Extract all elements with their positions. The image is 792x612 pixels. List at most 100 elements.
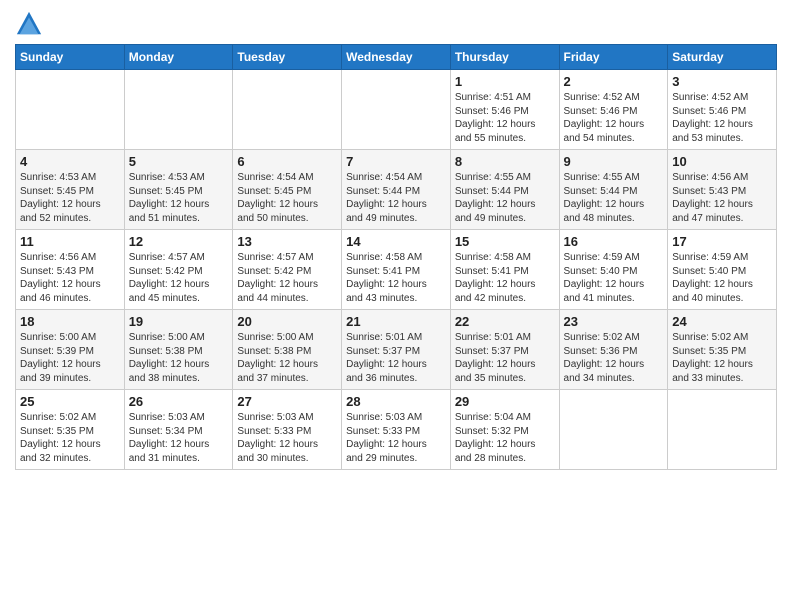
day-info: Sunrise: 4:58 AMSunset: 5:41 PMDaylight:… [455, 251, 555, 305]
calendar-cell [16, 70, 125, 150]
calendar-cell: 29 Sunrise: 5:04 AMSunset: 5:32 PMDayligh… [450, 390, 559, 470]
calendar-cell: 7 Sunrise: 4:54 AMSunset: 5:44 PMDaylight… [342, 150, 451, 230]
calendar-cell: 2 Sunrise: 4:52 AMSunset: 5:46 PMDaylight… [559, 70, 668, 150]
calendar-cell: 15 Sunrise: 4:58 AMSunset: 5:41 PMDayligh… [450, 230, 559, 310]
day-number: 19 [129, 314, 229, 329]
day-number: 24 [672, 314, 772, 329]
day-number: 8 [455, 154, 555, 169]
calendar-cell: 1 Sunrise: 4:51 AMSunset: 5:46 PMDaylight… [450, 70, 559, 150]
day-number: 14 [346, 234, 446, 249]
calendar-cell: 22Sunrise: 5:01 AMSunset: 5:37 PMDayligh… [450, 310, 559, 390]
day-info: Sunrise: 4:55 AMSunset: 5:44 PMDaylight:… [564, 171, 664, 225]
dow-header-wednesday: Wednesday [342, 45, 451, 70]
calendar-table: SundayMondayTuesdayWednesdayThursdayFrid… [15, 44, 777, 470]
day-info: Sunrise: 4:59 AMSunset: 5:40 PMDaylight:… [564, 251, 664, 305]
day-number: 9 [564, 154, 664, 169]
day-info: Sunrise: 4:57 AMSunset: 5:42 PMDaylight:… [237, 251, 337, 305]
day-info: Sunrise: 4:58 AMSunset: 5:41 PMDaylight:… [346, 251, 446, 305]
calendar-cell: 24 Sunrise: 5:02 AMSunset: 5:35 PMDayligh… [668, 310, 777, 390]
dow-header-friday: Friday [559, 45, 668, 70]
day-info: Sunrise: 5:02 AMSunset: 5:36 PMDaylight:… [564, 331, 664, 385]
day-number: 26 [129, 394, 229, 409]
day-info: Sunrise: 5:02 AMSunset: 5:35 PMDaylight:… [672, 331, 772, 385]
day-number: 18 [20, 314, 120, 329]
day-info: Sunrise: 5:03 AMSunset: 5:33 PMDaylight:… [237, 411, 337, 465]
calendar-cell: 21 Sunrise: 5:01 AMSunset: 5:37 PMDayligh… [342, 310, 451, 390]
day-number: 2 [564, 74, 664, 89]
day-info: Sunrise: 5:00 AMSunset: 5:39 PMDaylight:… [20, 331, 120, 385]
day-number: 12 [129, 234, 229, 249]
day-info: Sunrise: 5:03 AMSunset: 5:33 PMDaylight:… [346, 411, 446, 465]
calendar-cell: 25 Sunrise: 5:02 AMSunset: 5:35 PMDayligh… [16, 390, 125, 470]
day-number: 5 [129, 154, 229, 169]
calendar-cell [559, 390, 668, 470]
day-info: Sunrise: 4:54 AMSunset: 5:44 PMDaylight:… [346, 171, 446, 225]
day-info: Sunrise: 4:53 AMSunset: 5:45 PMDaylight:… [129, 171, 229, 225]
day-number: 1 [455, 74, 555, 89]
day-number: 20 [237, 314, 337, 329]
calendar-cell: 8 Sunrise: 4:55 AMSunset: 5:44 PMDaylight… [450, 150, 559, 230]
day-info: Sunrise: 5:02 AMSunset: 5:35 PMDaylight:… [20, 411, 120, 465]
calendar-cell: 6 Sunrise: 4:54 AMSunset: 5:45 PMDaylight… [233, 150, 342, 230]
calendar-cell: 27 Sunrise: 5:03 AMSunset: 5:33 PMDayligh… [233, 390, 342, 470]
dow-header-saturday: Saturday [668, 45, 777, 70]
dow-header-thursday: Thursday [450, 45, 559, 70]
calendar-cell [233, 70, 342, 150]
day-info: Sunrise: 4:52 AMSunset: 5:46 PMDaylight:… [672, 91, 772, 145]
calendar-cell: 19 Sunrise: 5:00 AMSunset: 5:38 PMDayligh… [124, 310, 233, 390]
calendar-cell: 26 Sunrise: 5:03 AMSunset: 5:34 PMDayligh… [124, 390, 233, 470]
day-number: 27 [237, 394, 337, 409]
dow-header-sunday: Sunday [16, 45, 125, 70]
day-info: Sunrise: 4:59 AMSunset: 5:40 PMDaylight:… [672, 251, 772, 305]
day-number: 21 [346, 314, 446, 329]
day-info: Sunrise: 4:56 AMSunset: 5:43 PMDaylight:… [672, 171, 772, 225]
day-info: Sunrise: 4:51 AMSunset: 5:46 PMDaylight:… [455, 91, 555, 145]
calendar-cell: 12 Sunrise: 4:57 AMSunset: 5:42 PMDayligh… [124, 230, 233, 310]
calendar-cell: 17 Sunrise: 4:59 AMSunset: 5:40 PMDayligh… [668, 230, 777, 310]
day-number: 15 [455, 234, 555, 249]
calendar-cell [342, 70, 451, 150]
day-number: 10 [672, 154, 772, 169]
calendar-cell: 18 Sunrise: 5:00 AMSunset: 5:39 PMDayligh… [16, 310, 125, 390]
day-info: Sunrise: 4:52 AMSunset: 5:46 PMDaylight:… [564, 91, 664, 145]
day-info: Sunrise: 4:57 AMSunset: 5:42 PMDaylight:… [129, 251, 229, 305]
day-info: Sunrise: 5:01 AMSunset: 5:37 PMDaylight:… [346, 331, 446, 385]
day-number: 25 [20, 394, 120, 409]
calendar-cell: 23 Sunrise: 5:02 AMSunset: 5:36 PMDayligh… [559, 310, 668, 390]
day-info: Sunrise: 5:03 AMSunset: 5:34 PMDaylight:… [129, 411, 229, 465]
day-number: 4 [20, 154, 120, 169]
logo-icon [15, 10, 43, 38]
calendar-cell: 28 Sunrise: 5:03 AMSunset: 5:33 PMDayligh… [342, 390, 451, 470]
day-number: 22 [455, 314, 555, 329]
day-number: 16 [564, 234, 664, 249]
day-number: 13 [237, 234, 337, 249]
day-number: 28 [346, 394, 446, 409]
header [15, 10, 777, 38]
calendar-cell: 10 Sunrise: 4:56 AMSunset: 5:43 PMDayligh… [668, 150, 777, 230]
day-info: Sunrise: 4:55 AMSunset: 5:44 PMDaylight:… [455, 171, 555, 225]
calendar-cell [668, 390, 777, 470]
day-info: Sunrise: 5:00 AMSunset: 5:38 PMDaylight:… [129, 331, 229, 385]
day-number: 17 [672, 234, 772, 249]
calendar-cell [124, 70, 233, 150]
day-number: 6 [237, 154, 337, 169]
day-info: Sunrise: 4:56 AMSunset: 5:43 PMDaylight:… [20, 251, 120, 305]
day-number: 3 [672, 74, 772, 89]
dow-header-monday: Monday [124, 45, 233, 70]
day-info: Sunrise: 5:00 AMSunset: 5:38 PMDaylight:… [237, 331, 337, 385]
calendar-cell: 3 Sunrise: 4:52 AMSunset: 5:46 PMDaylight… [668, 70, 777, 150]
calendar-cell: 16 Sunrise: 4:59 AMSunset: 5:40 PMDayligh… [559, 230, 668, 310]
day-info: Sunrise: 5:04 AMSunset: 5:32 PMDaylight:… [455, 411, 555, 465]
day-info: Sunrise: 4:53 AMSunset: 5:45 PMDaylight:… [20, 171, 120, 225]
calendar-cell: 5 Sunrise: 4:53 AMSunset: 5:45 PMDaylight… [124, 150, 233, 230]
calendar-cell: 11 Sunrise: 4:56 AMSunset: 5:43 PMDayligh… [16, 230, 125, 310]
day-number: 23 [564, 314, 664, 329]
day-number: 11 [20, 234, 120, 249]
calendar-cell: 14 Sunrise: 4:58 AMSunset: 5:41 PMDayligh… [342, 230, 451, 310]
day-number: 7 [346, 154, 446, 169]
calendar-cell: 4 Sunrise: 4:53 AMSunset: 5:45 PMDaylight… [16, 150, 125, 230]
day-number: 29 [455, 394, 555, 409]
day-info: Sunrise: 4:54 AMSunset: 5:45 PMDaylight:… [237, 171, 337, 225]
calendar-cell: 9 Sunrise: 4:55 AMSunset: 5:44 PMDaylight… [559, 150, 668, 230]
calendar-cell: 20 Sunrise: 5:00 AMSunset: 5:38 PMDayligh… [233, 310, 342, 390]
